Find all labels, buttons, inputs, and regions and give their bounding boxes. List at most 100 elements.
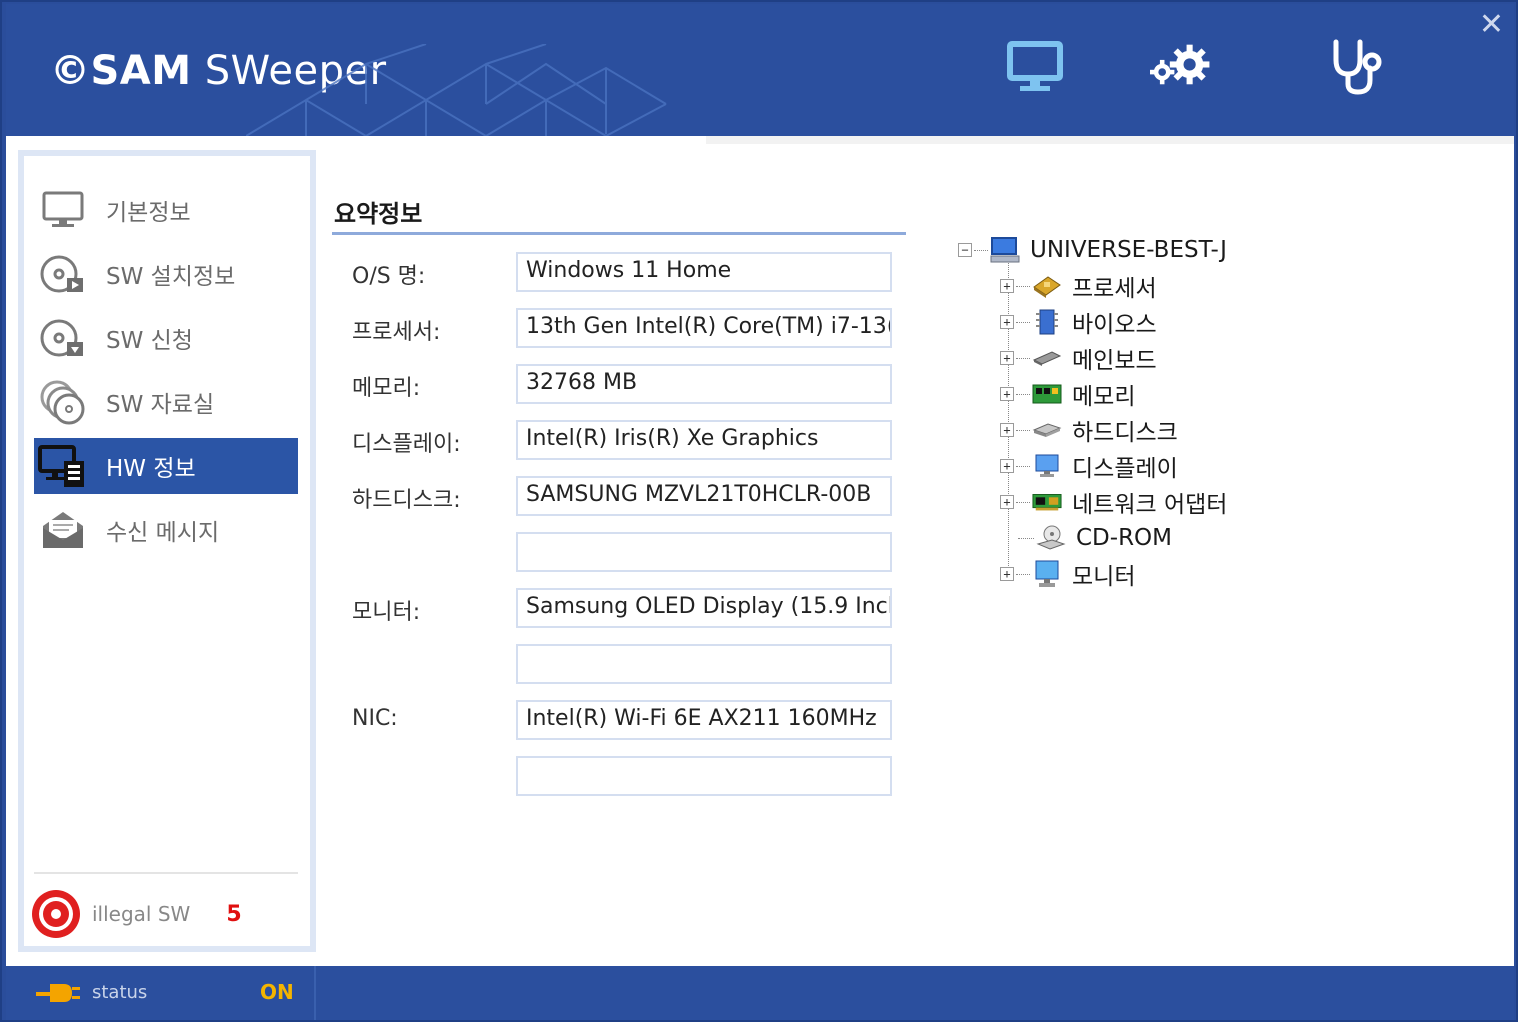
sidebar-item-label: 수신 메시지	[106, 520, 220, 546]
sidebar-item-messages[interactable]: 수신 메시지	[34, 502, 298, 558]
hardware-icon	[34, 438, 92, 494]
monitor-field-2[interactable]	[516, 644, 892, 684]
sidebar-panel: 기본정보 SW 설치정보 SW 신청 SW 자료실 HW 정보 수신 메시지 i…	[24, 156, 310, 946]
sidebar-item-label: SW 자료실	[106, 392, 215, 418]
tree-connector	[974, 249, 988, 251]
expand-toggle[interactable]: +	[1000, 279, 1014, 293]
nic-field[interactable]: Intel(R) Wi-Fi 6E AX211 160MHz	[516, 700, 892, 740]
tree-node-network[interactable]: + 네트워크 어댑터	[1000, 484, 1227, 520]
memory-card-icon	[1032, 379, 1062, 409]
monitor-field[interactable]: Samsung OLED Display (15.9 Incl	[516, 588, 892, 628]
tree-node-label: 디스플레이	[1072, 456, 1178, 482]
expand-toggle[interactable]: +	[1000, 567, 1014, 581]
tree-node-bios[interactable]: + 바이오스	[1000, 304, 1157, 340]
nic-label: NIC:	[352, 706, 398, 731]
tree-node-label: 모니터	[1072, 564, 1136, 590]
expand-toggle[interactable]: +	[1000, 387, 1014, 401]
bios-chip-icon	[1032, 307, 1062, 337]
expand-toggle[interactable]: +	[1000, 315, 1014, 329]
stethoscope-icon[interactable]	[1324, 34, 1388, 98]
mainboard-icon	[1032, 343, 1062, 373]
disc-stack-icon	[34, 374, 92, 430]
collapse-toggle[interactable]: −	[958, 243, 972, 257]
tree-root-label: UNIVERSE-BEST-J	[1030, 237, 1227, 263]
sidebar-item-label: SW 신청	[106, 328, 193, 354]
tree-node-display[interactable]: + 디스플레이	[1000, 448, 1178, 484]
main-content: 기본정보 SW 설치정보 SW 신청 SW 자료실 HW 정보 수신 메시지 i…	[6, 136, 1514, 966]
sidebar-item-sw-install-info[interactable]: SW 설치정보	[34, 246, 298, 302]
tree-connector	[1016, 501, 1030, 503]
expand-toggle[interactable]: +	[1000, 495, 1014, 509]
monitor-icon	[34, 182, 92, 238]
display-field[interactable]: Intel(R) Iris(R) Xe Graphics	[516, 420, 892, 460]
network-adapter-icon	[1032, 487, 1062, 517]
content-shade	[706, 136, 1514, 144]
hardware-tree: − UNIVERSE-BEST-J + 프로세서 + 바이오스 + 메인보드 +…	[958, 232, 1478, 602]
tree-node-monitor[interactable]: + 모니터	[1000, 556, 1135, 592]
disc-install-icon	[34, 246, 92, 302]
sidebar-item-label: HW 정보	[106, 456, 196, 482]
monitor-icon	[1032, 559, 1062, 589]
tree-root[interactable]: − UNIVERSE-BEST-J	[958, 232, 1227, 268]
tree-node-label: 하드디스크	[1072, 420, 1178, 446]
tree-node-label: 메모리	[1072, 384, 1136, 410]
harddisk-field-2[interactable]	[516, 532, 892, 572]
os-name-label: O/S 명:	[352, 264, 426, 289]
summary-title: 요약정보	[334, 200, 423, 228]
tree-node-label: 바이오스	[1072, 312, 1157, 338]
harddisk-label: 하드디스크:	[352, 488, 461, 513]
sidebar-item-basic-info[interactable]: 기본정보	[34, 182, 298, 238]
monitor-icon[interactable]	[1004, 34, 1068, 98]
monitor-label: 모니터:	[352, 600, 421, 625]
tree-node-label: 프로세서	[1072, 276, 1157, 302]
sidebar-item-sw-request[interactable]: SW 신청	[34, 310, 298, 366]
sidebar-divider	[34, 872, 298, 874]
computer-icon	[990, 235, 1020, 265]
harddisk-icon	[1032, 415, 1062, 445]
expand-toggle[interactable]: +	[1000, 459, 1014, 473]
tree-connector	[1016, 321, 1030, 323]
tree-node-harddisk[interactable]: + 하드디스크	[1000, 412, 1178, 448]
status-value: ON	[260, 980, 294, 1004]
expand-toggle[interactable]: +	[1000, 351, 1014, 365]
tree-connector	[1016, 465, 1030, 467]
illegal-sw-indicator[interactable]: illegal SW 5	[30, 884, 300, 944]
illegal-sw-count: 5	[226, 901, 242, 927]
tree-node-label: 메인보드	[1072, 348, 1157, 374]
app-window: ©SAM SWeeper ✕ 기본정보 SW 설치정보 SW 신청 SW 자료실…	[0, 0, 1518, 1022]
sidebar-item-hw-info[interactable]: HW 정보	[34, 438, 298, 494]
sidebar-item-label: SW 설치정보	[106, 264, 236, 290]
display-label: 디스플레이:	[352, 432, 461, 457]
close-button[interactable]: ✕	[1479, 10, 1504, 40]
sidebar-item-sw-library[interactable]: SW 자료실	[34, 374, 298, 430]
tree-connector	[1016, 573, 1030, 575]
tree-connector	[1016, 429, 1030, 431]
status-label: status	[92, 982, 148, 1003]
status-separator	[314, 966, 316, 1020]
tree-node-processor[interactable]: + 프로세서	[1000, 268, 1157, 304]
sidebar-item-label: 기본정보	[106, 200, 191, 226]
illegal-disc-icon	[32, 890, 80, 938]
tree-connector	[1016, 357, 1030, 359]
illegal-sw-label: illegal SW	[92, 902, 191, 926]
tree-node-cdrom[interactable]: CD-ROM	[1016, 520, 1172, 556]
expand-toggle[interactable]: +	[1000, 423, 1014, 437]
tree-connector	[1018, 537, 1034, 539]
harddisk-field[interactable]: SAMSUNG MZVL21T0HCLR-00B	[516, 476, 892, 516]
processor-label: 프로세서:	[352, 320, 441, 345]
nic-field-2[interactable]	[516, 756, 892, 796]
tree-connector	[1016, 285, 1030, 287]
display-icon	[1032, 451, 1062, 481]
tree-node-mainboard[interactable]: + 메인보드	[1000, 340, 1157, 376]
processor-field[interactable]: 13th Gen Intel(R) Core(TM) i7-13(	[516, 308, 892, 348]
cdrom-icon	[1036, 523, 1066, 553]
tree-connector	[1016, 393, 1030, 395]
app-header: ©SAM SWeeper ✕	[6, 4, 1514, 136]
memory-field[interactable]: 32768 MB	[516, 364, 892, 404]
settings-gears-icon[interactable]	[1150, 34, 1214, 98]
os-name-field[interactable]: Windows 11 Home	[516, 252, 892, 292]
processor-icon	[1032, 271, 1062, 301]
envelope-icon	[34, 502, 92, 558]
tree-node-memory[interactable]: + 메모리	[1000, 376, 1135, 412]
sidebar: 기본정보 SW 설치정보 SW 신청 SW 자료실 HW 정보 수신 메시지 i…	[18, 150, 316, 952]
